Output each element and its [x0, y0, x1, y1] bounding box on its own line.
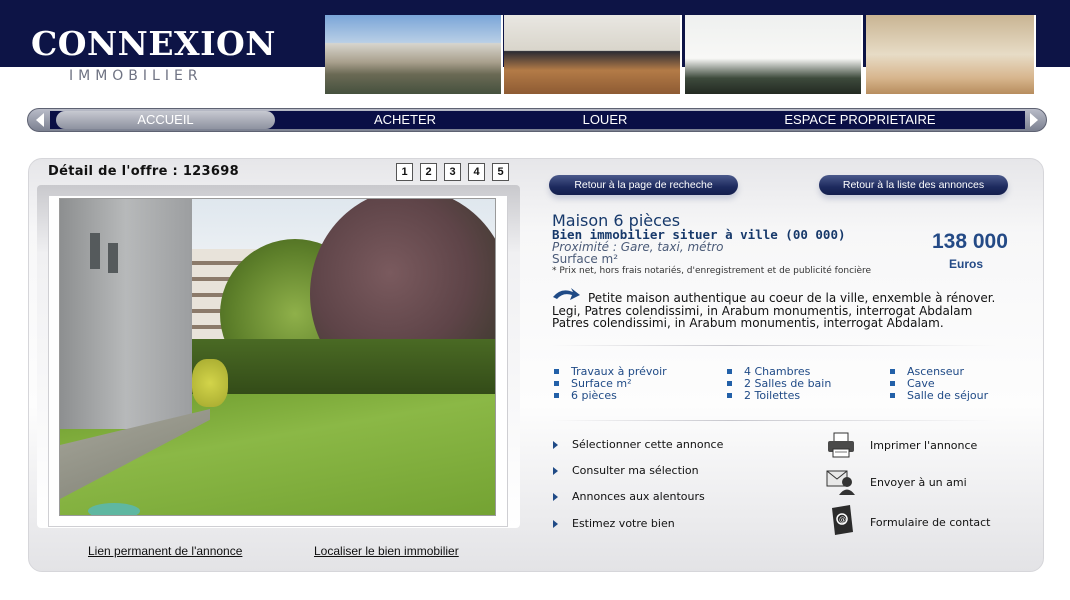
- photo-wall: [60, 199, 192, 429]
- nav-item-acheter[interactable]: ACHETER: [350, 111, 460, 129]
- photo-page-2[interactable]: 2: [420, 163, 437, 181]
- feature-item: 6 pièces: [554, 389, 617, 402]
- back-to-search-button[interactable]: Retour à la page de recheche: [549, 175, 738, 195]
- nav-next-arrow-icon[interactable]: [1030, 113, 1038, 127]
- divider: [552, 345, 996, 346]
- header-photo-plans: [866, 15, 1036, 94]
- chevron-right-icon: [553, 520, 558, 528]
- nav-item-espace-proprietaire[interactable]: ESPACE PROPRIETAIRE: [770, 111, 950, 129]
- feature-item: 2 Toilettes: [726, 389, 801, 402]
- property-surface: Surface m²: [552, 252, 619, 266]
- offer-title: Détail de l'offre : 123698: [48, 164, 239, 179]
- chevron-right-icon: [553, 441, 558, 449]
- photo-window: [108, 243, 118, 273]
- logo-tagline: IMMOBILIER: [69, 68, 203, 84]
- nav-item-louer[interactable]: LOUER: [560, 111, 650, 129]
- header-photo-building: [325, 15, 503, 94]
- price-footnote: * Prix net, hors frais notariés, d'enreg…: [552, 266, 872, 276]
- estimate-property-link[interactable]: Estimez votre bien: [572, 517, 675, 530]
- nav-bar: ACCUEIL ACHETER LOUER ESPACE PROPRIETAIR…: [50, 111, 1025, 129]
- header-photo-meeting: [504, 15, 682, 94]
- photo-window: [90, 233, 100, 269]
- svg-text:@: @: [839, 516, 846, 524]
- property-price: 138 000: [932, 230, 1008, 253]
- contact-form-icon[interactable]: @: [826, 504, 856, 536]
- printer-icon[interactable]: [826, 431, 856, 459]
- feature-item: Salle de séjour: [889, 389, 989, 402]
- photo-page-5[interactable]: 5: [492, 163, 509, 181]
- photo-page-3[interactable]: 3: [444, 163, 461, 181]
- photo-bush: [192, 359, 228, 407]
- price-currency: Euros: [949, 257, 984, 271]
- header-photo-entrance: [685, 15, 863, 94]
- property-description: Petite maison authentique au coeur de la…: [552, 291, 996, 330]
- nav-item-accueil[interactable]: ACCUEIL: [56, 111, 275, 129]
- send-to-friend-link[interactable]: Envoyer à un ami: [870, 476, 967, 489]
- view-selection-link[interactable]: Consulter ma sélection: [572, 464, 699, 477]
- select-offer-link[interactable]: Sélectionner cette annonce: [572, 438, 723, 451]
- main-nav: ACCUEIL ACHETER LOUER ESPACE PROPRIETAIR…: [27, 108, 1047, 132]
- photo-page-1[interactable]: 1: [396, 163, 413, 181]
- chevron-right-icon: [553, 493, 558, 501]
- logo-title[interactable]: CONNEXION: [31, 24, 276, 63]
- print-offer-link[interactable]: Imprimer l'annonce: [870, 439, 977, 452]
- back-to-list-button[interactable]: Retour à la liste des annonces: [819, 175, 1008, 195]
- photo-lid: [88, 503, 140, 515]
- permalink-link[interactable]: Lien permanent de l'annonce: [88, 544, 242, 558]
- divider: [552, 420, 996, 421]
- site-header: CONNEXION IMMOBILIER: [0, 0, 1070, 96]
- mail-user-icon[interactable]: [826, 468, 856, 496]
- nearby-offers-link[interactable]: Annonces aux alentours: [572, 490, 705, 503]
- nav-prev-arrow-icon[interactable]: [36, 113, 44, 127]
- contact-form-link[interactable]: Formulaire de contact: [870, 516, 991, 529]
- property-photo[interactable]: [59, 198, 496, 516]
- chevron-right-icon: [553, 467, 558, 475]
- photo-page-4[interactable]: 4: [468, 163, 485, 181]
- locate-property-link[interactable]: Localiser le bien immobilier: [314, 544, 459, 558]
